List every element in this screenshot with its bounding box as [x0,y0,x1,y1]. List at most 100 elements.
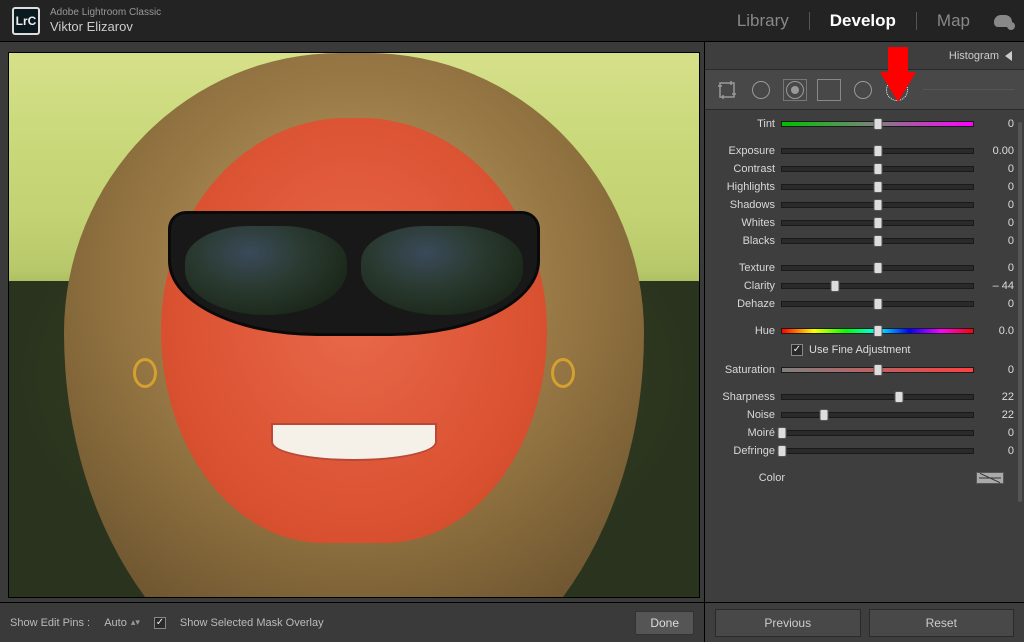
slider-track[interactable] [781,121,974,127]
app-name: Adobe Lightroom Classic [50,7,161,19]
slider-noise[interactable]: Noise 22 [711,406,1014,423]
slider-highlights[interactable]: Highlights 0 [711,178,1014,195]
slider-track[interactable] [781,301,974,307]
slider-track[interactable] [781,265,974,271]
slider-value: 22 [980,391,1014,403]
slider-value: – 44 [980,280,1014,292]
slider-exposure[interactable]: Exposure 0.00 [711,142,1014,159]
slider-track[interactable] [781,148,974,154]
image-canvas[interactable] [8,52,700,598]
overlay-checkbox-label[interactable]: Show Selected Mask Overlay [180,617,324,629]
top-bar: LrC Adobe Lightroom Classic Viktor Eliza… [0,0,1024,42]
module-map[interactable]: Map [935,11,972,31]
photo-preview [9,53,699,597]
slider-label: Exposure [711,145,775,157]
slider-track[interactable] [781,412,974,418]
cloud-sync-icon[interactable] [994,15,1012,27]
toolstrip-rule [923,89,1014,90]
slider-hue[interactable]: Hue 0.0 [711,322,1014,339]
slider-clarity[interactable]: Clarity – 44 [711,277,1014,294]
slider-saturation[interactable]: Saturation 0 [711,361,1014,378]
slider-track[interactable] [781,283,974,289]
slider-track[interactable] [781,394,974,400]
show-edit-pins-select[interactable]: Show Edit Pins : Auto ▴▾ [10,617,140,629]
slider-value: 0 [980,118,1014,130]
slider-shadows[interactable]: Shadows 0 [711,196,1014,213]
slider-label: Sharpness [711,391,775,403]
module-develop[interactable]: Develop [828,11,898,31]
annotation-red-arrow [880,72,916,102]
chevron-updown-icon: ▴▾ [131,620,140,625]
slider-label: Clarity [711,280,775,292]
slider-contrast[interactable]: Contrast 0 [711,160,1014,177]
radial-filter-tool[interactable] [851,79,875,101]
slider-value: 0 [980,364,1014,376]
slider-value: 0 [980,262,1014,274]
slider-value: 0 [980,199,1014,211]
slider-track[interactable] [781,166,974,172]
slider-label: Saturation [711,364,775,376]
color-swatch-icon[interactable] [976,472,1004,484]
slider-texture[interactable]: Texture 0 [711,259,1014,276]
slider-track[interactable] [781,328,974,334]
slider-track[interactable] [781,238,974,244]
slider-moire[interactable]: Moiré 0 [711,424,1014,441]
histogram-label: Histogram [949,50,999,62]
identity-plate: Viktor Elizarov [50,19,161,35]
branding: Adobe Lightroom Classic Viktor Elizarov [50,7,161,35]
color-label: Color [721,472,785,484]
slider-value: 0.00 [980,145,1014,157]
previous-button[interactable]: Previous [715,609,861,637]
slider-blacks[interactable]: Blacks 0 [711,232,1014,249]
slider-value: 0 [980,427,1014,439]
slider-label: Dehaze [711,298,775,310]
module-divider [809,12,810,30]
adjustment-sliders: Tint 0 Exposure 0.00 Contrast 0 Highligh… [705,110,1024,492]
histogram-panel-header[interactable]: Histogram [705,42,1024,70]
spot-removal-tool[interactable] [749,79,773,101]
app-logo: LrC [12,7,40,35]
slider-label: Noise [711,409,775,421]
overlay-checkbox-icon[interactable]: ✓ [154,617,166,629]
redeye-tool[interactable] [783,79,807,101]
slider-value: 0 [980,163,1014,175]
slider-label: Defringe [711,445,775,457]
slider-track[interactable] [781,430,974,436]
crop-tool[interactable] [715,79,739,101]
color-picker-row[interactable]: Color [711,468,1014,488]
done-button[interactable]: Done [635,611,694,635]
slider-tint[interactable]: Tint 0 [711,115,1014,132]
graduated-filter-tool[interactable] [817,79,841,101]
reset-button[interactable]: Reset [869,609,1015,637]
module-picker: Library Develop Map [735,11,1012,31]
slider-track[interactable] [781,184,974,190]
slider-track[interactable] [781,448,974,454]
panel-scrollbar[interactable] [1018,122,1022,502]
slider-label: Whites [711,217,775,229]
slider-whites[interactable]: Whites 0 [711,214,1014,231]
slider-label: Highlights [711,181,775,193]
develop-right-panel: Histogram Tint 0 Exposure [704,42,1024,602]
local-adjustment-toolstrip [705,70,1024,110]
module-library[interactable]: Library [735,11,791,31]
slider-label: Texture [711,262,775,274]
slider-value: 0 [980,445,1014,457]
slider-label: Contrast [711,163,775,175]
module-divider [916,12,917,30]
slider-track[interactable] [781,202,974,208]
slider-value: 22 [980,409,1014,421]
checkbox-label: Use Fine Adjustment [809,344,911,356]
slider-track[interactable] [781,220,974,226]
slider-label: Hue [711,325,775,337]
slider-sharpness[interactable]: Sharpness 22 [711,388,1014,405]
collapse-icon[interactable] [1005,51,1012,61]
slider-value: 0.0 [980,325,1014,337]
slider-value: 0 [980,298,1014,310]
slider-track[interactable] [781,367,974,373]
panel-bottom-buttons: Previous Reset [704,602,1024,642]
slider-label: Blacks [711,235,775,247]
slider-dehaze[interactable]: Dehaze 0 [711,295,1014,312]
checkbox-icon[interactable]: ✓ [791,344,803,356]
slider-defringe[interactable]: Defringe 0 [711,442,1014,459]
fine-adjustment-checkbox[interactable]: ✓ Use Fine Adjustment [711,340,1014,360]
